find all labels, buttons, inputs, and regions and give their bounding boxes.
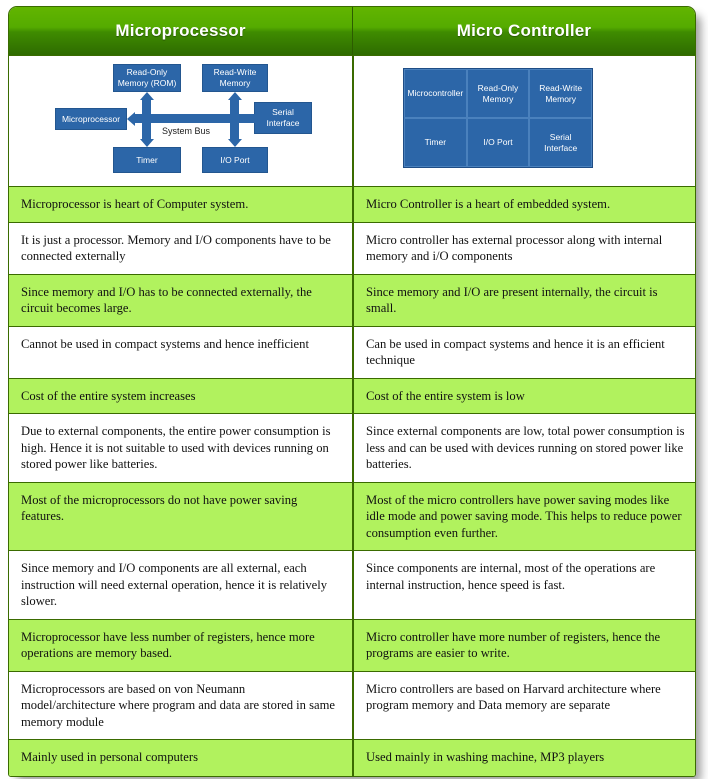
cell-microprocessor: Microprocessor have less number of regis… (9, 619, 352, 671)
block-read-only-memory-rom: Read-Only Memory (ROM) (113, 64, 181, 92)
table-row: Due to external components, the entire p… (9, 413, 695, 482)
cell-microprocessor: Since memory and I/O components are all … (9, 551, 352, 619)
bus-stem-timer (142, 123, 151, 139)
bus-stem-rwm (230, 100, 239, 114)
page-root: Microprocessor Micro Controller Read-Onl… (0, 0, 708, 779)
comparison-table-card: Microprocessor Micro Controller Read-Onl… (8, 6, 696, 777)
bus-arrow-left-icon (127, 111, 135, 126)
table-row: Microprocessor is heart of Computer syst… (9, 186, 695, 222)
cell-microprocessor: It is just a processor. Memory and I/O c… (9, 222, 352, 274)
cell-microcontroller: Micro controllers are based on Harvard a… (352, 671, 695, 739)
block-read-write-memory: Read-Write Memory (202, 64, 268, 92)
bus-stem-ioport (230, 123, 239, 139)
microcontroller-block-grid: Microcontroller Read-Only Memory Read-Wr… (403, 68, 593, 168)
block-microprocessor: Microprocessor (55, 108, 127, 130)
cell-microprocessor: Due to external components, the entire p… (9, 414, 352, 482)
cell-microcontroller: Micro Controller is a heart of embedded … (352, 187, 695, 222)
table-body: Microprocessor is heart of Computer syst… (9, 186, 695, 776)
mc-cell-timer: Timer (404, 118, 467, 167)
header-cell-microprocessor: Microprocessor (115, 21, 246, 40)
table-row: Since memory and I/O has to be connected… (9, 273, 695, 326)
table-row: Most of the microprocessors do not have … (9, 481, 695, 550)
cell-microcontroller: Micro controller have more number of reg… (352, 619, 695, 671)
bus-arrow-down-ioport-icon (227, 139, 242, 147)
cell-microcontroller: Since components are internal, most of t… (352, 551, 695, 619)
table-row: Mainly used in personal computers Used ma… (9, 739, 695, 776)
cell-microprocessor: Microprocessor is heart of Computer syst… (9, 187, 352, 222)
diagram-row: Read-Only Memory (ROM) Read-Write Memory… (9, 55, 695, 186)
cell-microcontroller: Used mainly in washing machine, MP3 play… (352, 740, 695, 776)
cell-microcontroller: Since memory and I/O are present interna… (352, 274, 695, 326)
table-row: Microprocessor have less number of regis… (9, 618, 695, 671)
cell-microprocessor: Microprocessors are based on von Neumann… (9, 671, 352, 739)
cell-microprocessor: Mainly used in personal computers (9, 740, 352, 776)
block-timer: Timer (113, 147, 181, 173)
bus-arrow-up-rwm-icon (227, 92, 242, 100)
mc-cell-serial-interface: Serial Interface (529, 118, 592, 167)
mc-cell-io-port: I/O Port (466, 118, 530, 167)
microcontroller-diagram-cell: Microcontroller Read-Only Memory Read-Wr… (352, 56, 695, 186)
mc-cell-microcontroller: Microcontroller (404, 69, 467, 118)
cell-microprocessor: Since memory and I/O has to be connected… (9, 274, 352, 326)
system-bus-horizontal (135, 114, 261, 123)
table-row: Microprocessors are based on von Neumann… (9, 670, 695, 739)
bus-arrow-down-timer-icon (139, 139, 154, 147)
system-bus-label: System Bus (162, 126, 211, 136)
bus-arrow-up-rom-icon (139, 92, 154, 100)
mc-cell-read-write-memory: Read-Write Memory (529, 69, 592, 118)
microprocessor-diagram-cell: Read-Only Memory (ROM) Read-Write Memory… (9, 56, 352, 186)
cell-microcontroller: Micro controller has external processor … (352, 222, 695, 274)
cell-microprocessor: Cannot be used in compact systems and he… (9, 326, 352, 378)
microprocessor-block-diagram: Read-Only Memory (ROM) Read-Write Memory… (9, 56, 352, 186)
cell-microprocessor: Cost of the entire system increases (9, 378, 352, 413)
table-header-row: Microprocessor Micro Controller (9, 7, 695, 55)
table-row: Cost of the entire system increases Cost … (9, 377, 695, 413)
block-io-port: I/O Port (202, 147, 268, 173)
table-row: Since memory and I/O components are all … (9, 550, 695, 619)
cell-microcontroller: Cost of the entire system is low (352, 378, 695, 413)
header-cell-microcontroller: Micro Controller (352, 7, 695, 55)
cell-microcontroller: Most of the micro controllers have power… (352, 482, 695, 550)
table-row: Cannot be used in compact systems and he… (9, 325, 695, 378)
table-row: It is just a processor. Memory and I/O c… (9, 221, 695, 274)
cell-microcontroller: Since external components are low, total… (352, 414, 695, 482)
mc-cell-read-only-memory: Read-Only Memory (466, 69, 530, 118)
bus-arrow-right-icon (261, 111, 269, 126)
cell-microcontroller: Can be used in compact systems and hence… (352, 326, 695, 378)
bus-stem-rom (142, 100, 151, 114)
cell-microprocessor: Most of the microprocessors do not have … (9, 482, 352, 550)
